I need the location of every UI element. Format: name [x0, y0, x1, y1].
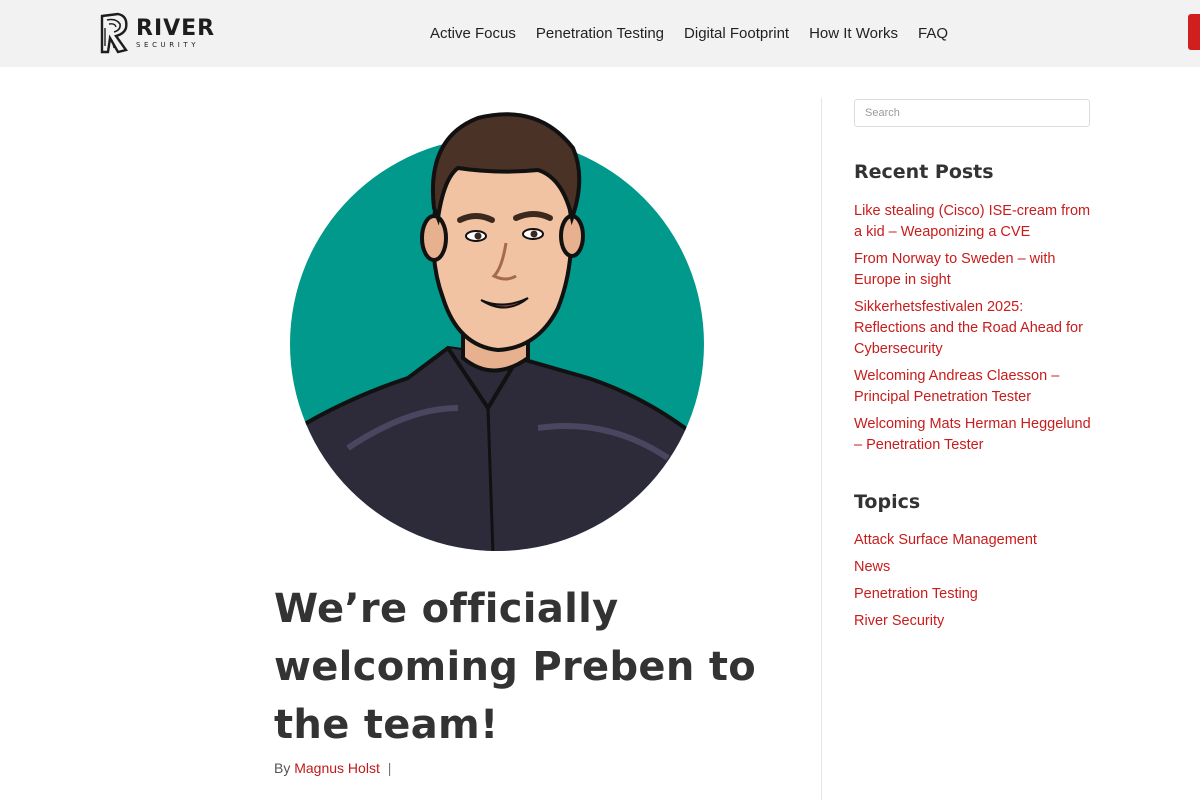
list-item: River Security: [854, 611, 1094, 638]
recent-posts-list: Like stealing (Cisco) ISE-cream from a k…: [854, 201, 1094, 462]
recent-post-link[interactable]: Sikkerhetsfestivalen 2025: Reflections a…: [854, 299, 1083, 357]
logo-word: RIVER: [136, 15, 216, 41]
recent-post-link[interactable]: Like stealing (Cisco) ISE-cream from a k…: [854, 203, 1090, 240]
sidebar: Recent Posts Like stealing (Cisco) ISE-c…: [854, 99, 1091, 629]
nav-digital-footprint[interactable]: Digital Footprint: [674, 25, 799, 42]
nav-penetration-testing[interactable]: Penetration Testing: [526, 25, 674, 42]
topic-link[interactable]: Attack Surface Management: [854, 532, 1037, 548]
list-item: News: [854, 557, 1094, 584]
logo-subtitle: SECURITY: [136, 40, 200, 49]
logo-fingerprint-icon: [100, 12, 129, 54]
post-meta-separator: |: [387, 760, 392, 776]
list-item: Welcoming Mats Herman Heggelund – Penetr…: [854, 414, 1094, 456]
list-item: Welcoming Andreas Claesson – Principal P…: [854, 366, 1094, 408]
nav-how-it-works[interactable]: How It Works: [799, 25, 908, 42]
post-author-link[interactable]: Magnus Holst: [294, 760, 380, 776]
main-nav: Active Focus Penetration Testing Digital…: [420, 0, 958, 67]
list-item: Like stealing (Cisco) ISE-cream from a k…: [854, 201, 1094, 243]
topic-link[interactable]: Penetration Testing: [854, 586, 978, 602]
logo-link[interactable]: RIVER SECURITY: [96, 9, 226, 57]
featured-image-avatar: [290, 112, 704, 551]
list-item: From Norway to Sweden – with Europe in s…: [854, 249, 1094, 291]
recent-posts-title: Recent Posts: [854, 161, 994, 183]
content-sidebar-divider: [821, 98, 822, 800]
nav-faq[interactable]: FAQ: [908, 25, 958, 42]
post-title: We’re officially welcoming Preben to the…: [274, 586, 757, 748]
header-cta-button[interactable]: [1188, 14, 1200, 50]
topic-link[interactable]: News: [854, 559, 890, 575]
list-item: Sikkerhetsfestivalen 2025: Reflections a…: [854, 297, 1094, 360]
list-item: Attack Surface Management: [854, 530, 1094, 557]
logo-text: RIVER SECURITY: [136, 15, 216, 49]
recent-post-link[interactable]: Welcoming Andreas Claesson – Principal P…: [854, 368, 1059, 405]
list-item: Penetration Testing: [854, 584, 1094, 611]
topics-list: Attack Surface Management News Penetrati…: [854, 530, 1094, 638]
post-meta-by: By: [274, 760, 291, 776]
post-meta: By Magnus Holst |: [274, 760, 391, 776]
topic-link[interactable]: River Security: [854, 613, 944, 629]
site-header: RIVER SECURITY Active Focus Penetration …: [0, 0, 1200, 67]
recent-post-link[interactable]: Welcoming Mats Herman Heggelund – Penetr…: [854, 416, 1091, 453]
search-input[interactable]: [854, 99, 1090, 127]
topics-title: Topics: [854, 491, 921, 513]
nav-active-focus[interactable]: Active Focus: [420, 25, 526, 42]
recent-post-link[interactable]: From Norway to Sweden – with Europe in s…: [854, 251, 1055, 288]
